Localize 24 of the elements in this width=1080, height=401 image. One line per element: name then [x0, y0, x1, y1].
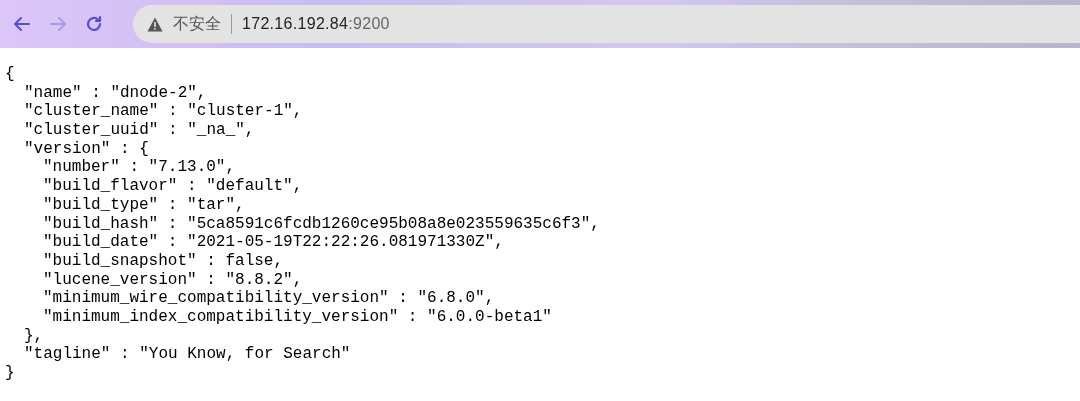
url-text: 172.16.192.84:9200: [242, 14, 390, 34]
json-line: "build_type" : "tar",: [42, 195, 246, 215]
json-line: "build_snapshot" : false,: [42, 251, 285, 271]
json-line: }: [5, 364, 16, 383]
json-line: "cluster_name" : "cluster-1",: [23, 102, 304, 122]
json-line: "build_hash" : "5ca8591c6fcdb1260ce95b08a8e023559635c6f3",: [42, 214, 601, 234]
json-line: "build_flavor" : "default",: [42, 177, 304, 196]
back-arrow-icon: [12, 14, 32, 34]
json-line: "name" : "dnode-2",: [23, 83, 208, 103]
json-line: "cluster_uuid" : "_na_",: [23, 121, 256, 140]
address-bar[interactable]: 不安全 172.16.192.84:9200: [133, 5, 1080, 43]
json-line: "minimum_index_compatibility_version" : "6.0.0-beta1": [42, 307, 553, 327]
reload-icon: [84, 14, 104, 34]
json-line: },: [23, 326, 45, 346]
json-line: "version" : {: [23, 139, 150, 159]
warning-icon: [147, 16, 163, 32]
json-line: "minimum_wire_compatibility_version" : "6.8.0",: [42, 289, 496, 308]
security-label: 不安全: [173, 14, 221, 34]
json-line: "build_date" : "2021-05-19T22:22:26.081971330Z",: [42, 233, 505, 252]
json-line: {: [5, 65, 16, 84]
json-line: "number" : "7.13.0",: [42, 158, 237, 178]
json-line: "lucene_version" : "8.8.2",: [42, 270, 304, 290]
forward-arrow-icon: [48, 14, 68, 34]
json-line: "tagline" : "You Know, for Search": [23, 345, 352, 364]
